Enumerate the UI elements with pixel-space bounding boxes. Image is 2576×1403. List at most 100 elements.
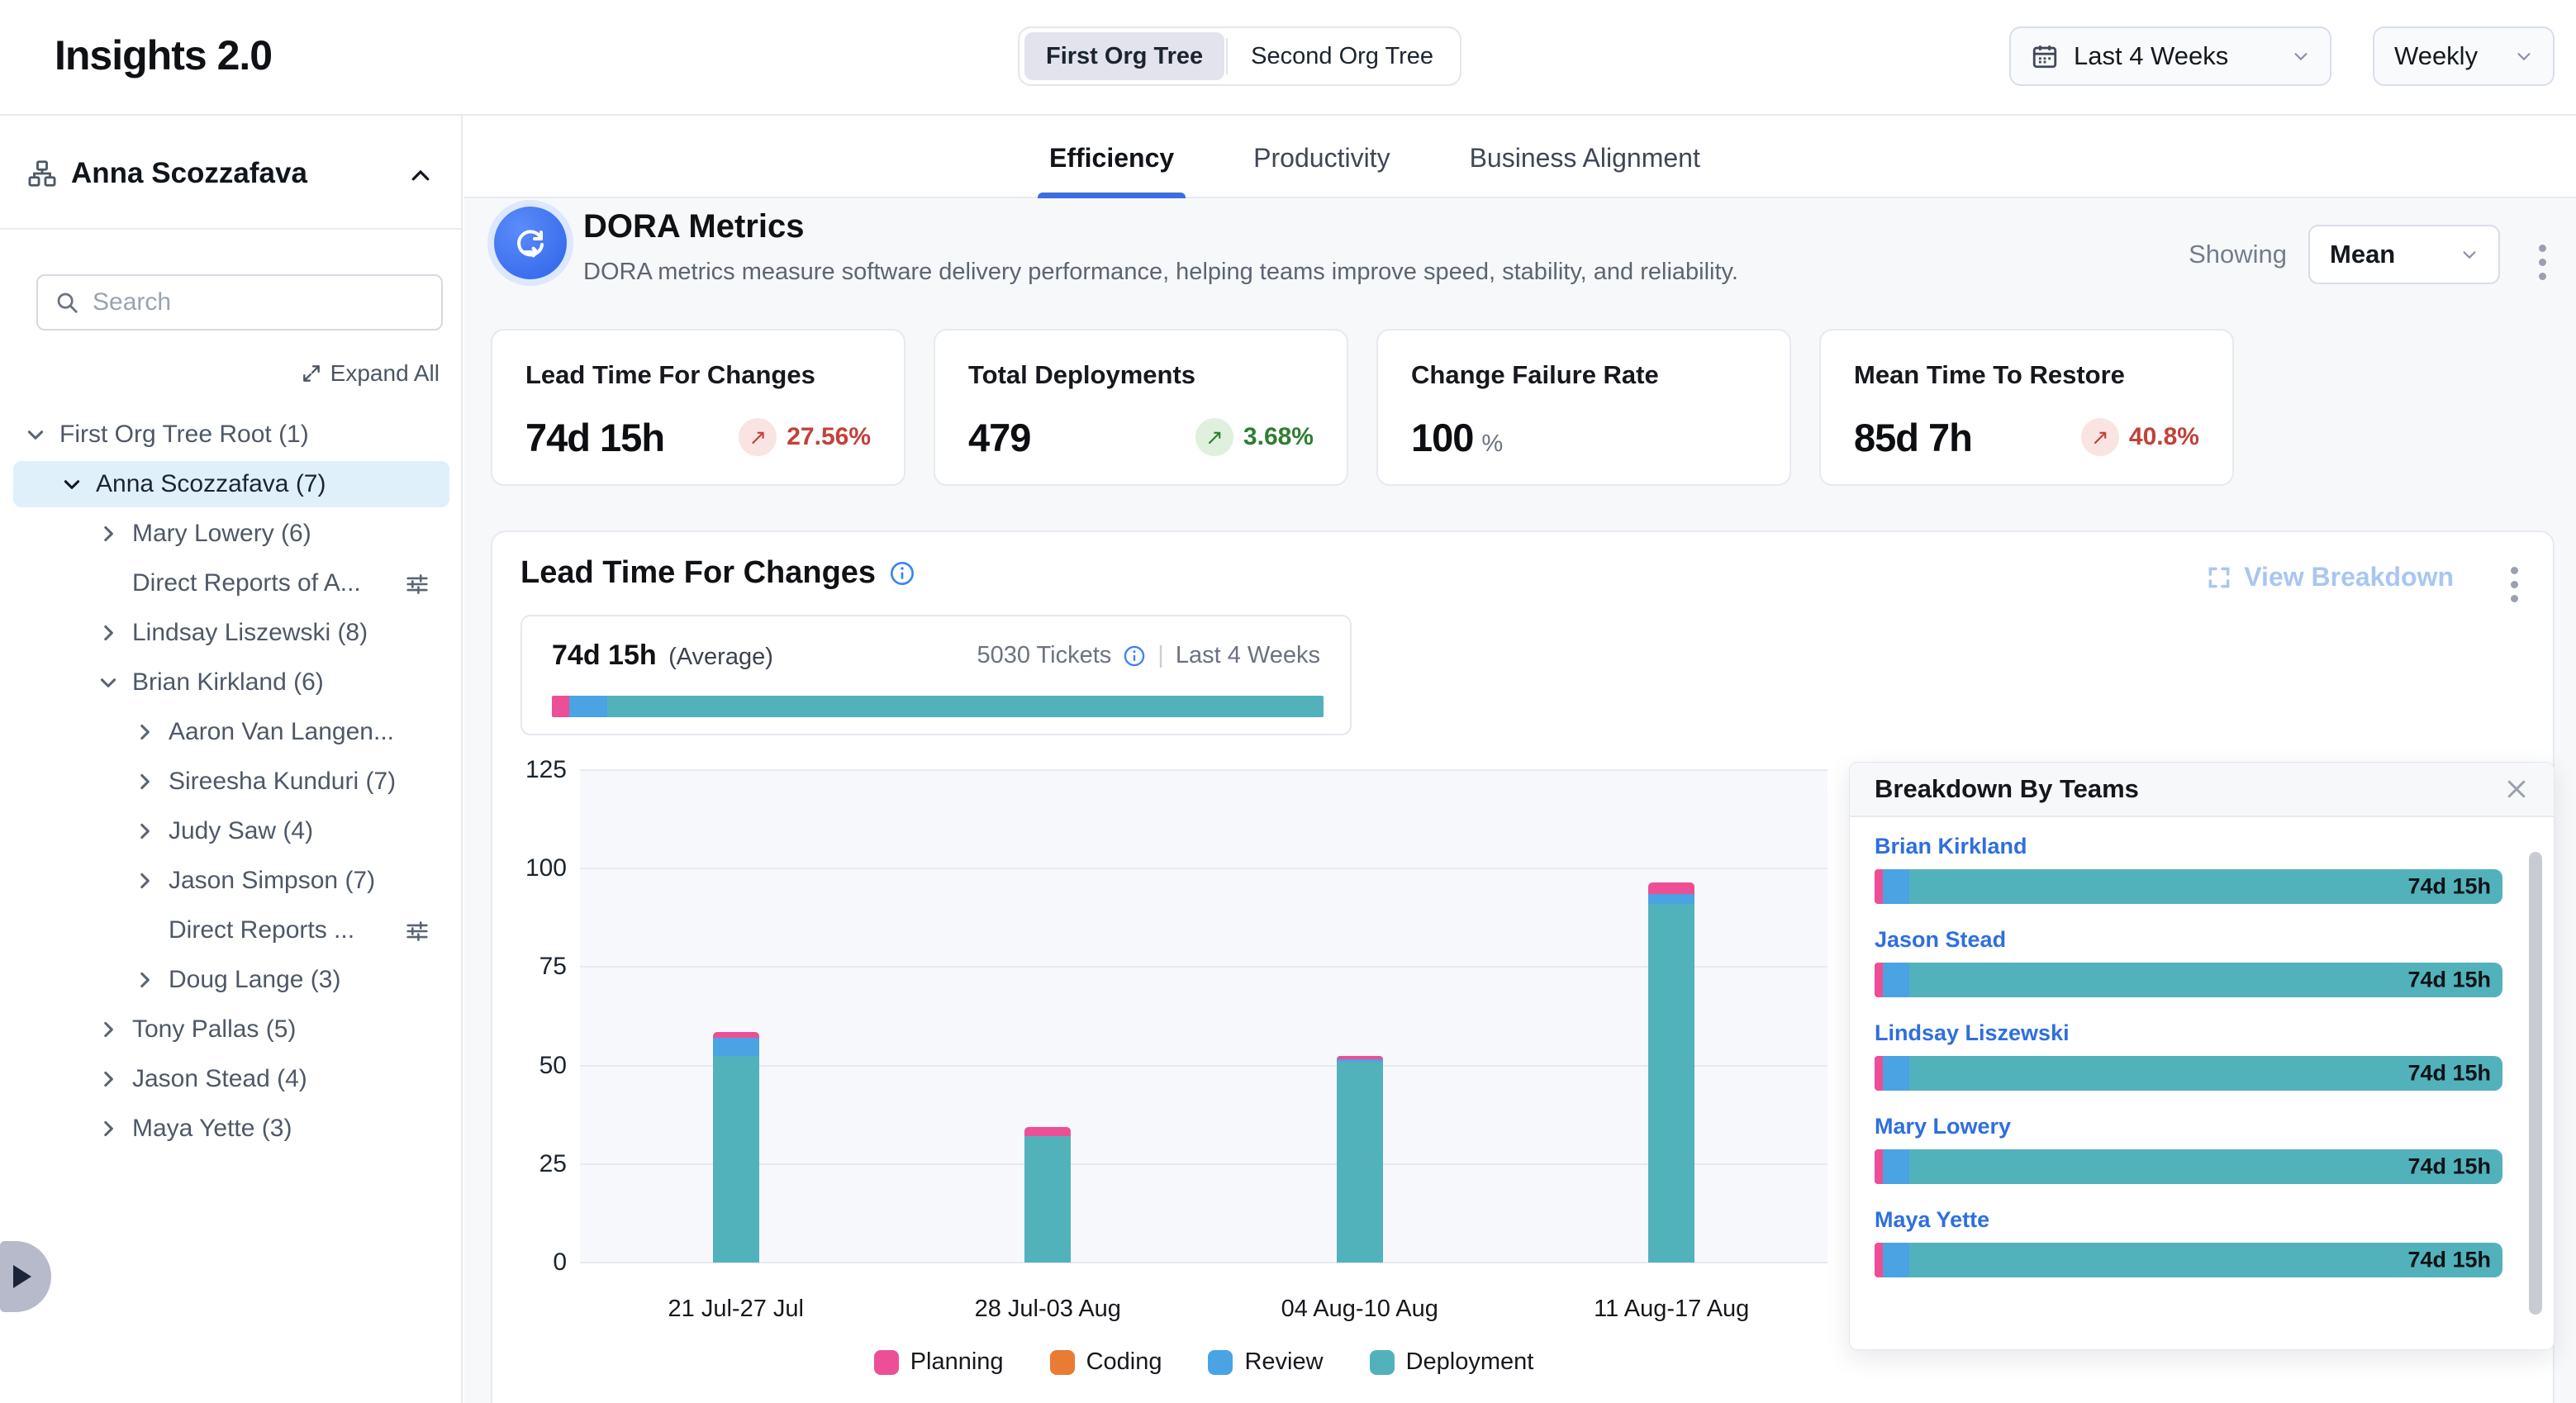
metric-card-title: Total Deployments	[968, 360, 1314, 390]
chevron-right-icon[interactable]	[132, 720, 157, 744]
tab-business-alignment[interactable]: Business Alignment	[1470, 117, 1700, 198]
granularity-select[interactable]: Weekly	[2373, 26, 2555, 86]
breakdown-team-row: Jason Stead 74d 15h	[1875, 927, 2502, 997]
tree-item[interactable]: Jason Stead (4)	[0, 1054, 463, 1104]
org-tree-toggle-option[interactable]: First Org Tree	[1024, 32, 1224, 80]
breakdown-by-teams-panel: Breakdown By Teams Brian Kirkland 74d 15…	[1849, 762, 2555, 1350]
chevron-down-icon[interactable]	[23, 422, 48, 447]
breakdown-team-name[interactable]: Lindsay Liszewski	[1875, 1020, 2502, 1046]
tree-item[interactable]: Tony Pallas (5)	[0, 1005, 463, 1054]
scrollbar-thumb[interactable]	[2529, 852, 2542, 1315]
tree-item[interactable]: Direct Reports of A...	[0, 559, 463, 608]
bar-segment-deployment	[1648, 904, 1694, 1263]
legend-item-deployment[interactable]: Deployment	[1370, 1348, 1534, 1376]
breakdown-bar-segment-review	[1883, 1149, 1909, 1184]
tree-item-label: Tony Pallas (5)	[132, 1015, 296, 1044]
chevron-right-icon[interactable]	[96, 621, 121, 645]
breakdown-team-name[interactable]: Maya Yette	[1875, 1207, 2502, 1233]
breakdown-team-list: Brian Kirkland 74d 15h Jason Stead 74d 15…	[1875, 834, 2502, 1301]
tree-item[interactable]: Jason Simpson (7)	[0, 856, 463, 906]
tree-item[interactable]: Brian Kirkland (6)	[0, 658, 463, 707]
y-axis-tick: 25	[501, 1150, 567, 1178]
view-breakdown-button[interactable]: View Breakdown	[2206, 562, 2454, 592]
chevron-down-icon[interactable]	[59, 472, 84, 497]
chevron-up-icon[interactable]	[408, 164, 433, 188]
info-icon[interactable]	[889, 560, 915, 587]
chevron-right-icon[interactable]	[132, 769, 157, 794]
trend-up-icon: ↗	[1195, 418, 1233, 456]
x-axis-label: 04 Aug-10 Aug	[1236, 1296, 1484, 1323]
metric-card-delta-value: 3.68%	[1243, 423, 1314, 451]
tree-item[interactable]: Maya Yette (3)	[0, 1104, 463, 1153]
chevron-down-icon[interactable]	[96, 670, 121, 695]
close-icon[interactable]	[2504, 777, 2529, 801]
stacked-bar[interactable]	[713, 1032, 759, 1263]
y-axis-tick: 100	[501, 854, 567, 882]
date-range-select[interactable]: Last 4 Weeks	[2009, 26, 2331, 86]
metric-card-title: Mean Time To Restore	[1854, 360, 2199, 390]
filter-sliders-icon[interactable]	[403, 570, 431, 598]
breakdown-team-value: 74d 15h	[2407, 1154, 2491, 1180]
breakdown-team-value: 74d 15h	[2407, 1061, 2491, 1087]
breakdown-bar-segment-planning	[1875, 1149, 1883, 1184]
tree-item[interactable]: First Org Tree Root (1)	[0, 410, 463, 459]
tree-item-label: Jason Simpson (7)	[169, 867, 375, 895]
stacked-bar[interactable]	[1337, 1056, 1383, 1263]
lead-time-kebab-menu[interactable]	[2504, 560, 2525, 609]
legend-item-planning[interactable]: Planning	[874, 1348, 1004, 1376]
org-tree-toggle-option[interactable]: Second Org Tree	[1229, 32, 1455, 80]
stacked-bar[interactable]	[1024, 1127, 1071, 1263]
breakdown-team-name[interactable]: Jason Stead	[1875, 927, 2502, 953]
tree-item-label: Doug Lange (3)	[169, 966, 340, 994]
metric-card-unit: %	[1481, 430, 1502, 458]
search-input[interactable]	[93, 288, 425, 316]
tree-item-label: Mary Lowery (6)	[132, 520, 311, 548]
summary-bar-segment-review	[569, 696, 608, 717]
chevron-right-icon[interactable]	[96, 521, 121, 546]
chevron-right-icon[interactable]	[132, 968, 157, 992]
bar-segment-deployment	[1024, 1136, 1071, 1263]
bar-segment-deployment	[1337, 1062, 1383, 1263]
tree-item[interactable]: Lindsay Liszewski (8)	[0, 608, 463, 658]
tree-item[interactable]: Sireesha Kunduri (7)	[0, 757, 463, 806]
calendar-icon	[2031, 42, 2059, 70]
tree-item-label: Sireesha Kunduri (7)	[169, 768, 396, 796]
tree-item[interactable]: Aaron Van Langen...	[0, 707, 463, 757]
tree-item[interactable]: Anna Scozzafava (7)	[0, 459, 463, 509]
expand-all-label: Expand All	[330, 360, 440, 387]
y-axis-tick: 75	[501, 953, 567, 981]
chevron-right-icon[interactable]	[132, 819, 157, 844]
tree-item[interactable]: Judy Saw (4)	[0, 806, 463, 856]
breakdown-team-name[interactable]: Mary Lowery	[1875, 1114, 2502, 1139]
legend-swatch	[1208, 1350, 1233, 1375]
legend-label: Deployment	[1406, 1348, 1534, 1376]
metric-card-delta-value: 27.56%	[787, 423, 871, 451]
tree-item[interactable]: Doug Lange (3)	[0, 955, 463, 1005]
legend-item-coding[interactable]: Coding	[1050, 1348, 1162, 1376]
legend-item-review[interactable]: Review	[1208, 1348, 1323, 1376]
tab-efficiency[interactable]: Efficiency	[1049, 117, 1174, 198]
chevron-right-icon[interactable]	[96, 1067, 121, 1091]
chevron-right-icon[interactable]	[96, 1017, 121, 1042]
tree-item[interactable]: Direct Reports ...	[0, 906, 463, 955]
tree-item-label: Lindsay Liszewski (8)	[132, 619, 368, 647]
y-axis-tick: 125	[501, 756, 567, 784]
tab-productivity[interactable]: Productivity	[1253, 117, 1390, 198]
summary-qualifier: (Average)	[668, 644, 773, 670]
breakdown-team-name[interactable]: Brian Kirkland	[1875, 834, 2502, 859]
x-axis-label: 21 Jul-27 Jul	[612, 1296, 860, 1323]
tree-item[interactable]: Mary Lowery (6)	[0, 509, 463, 559]
chevron-right-icon[interactable]	[96, 1116, 121, 1141]
filter-sliders-icon[interactable]	[403, 917, 431, 945]
showing-select[interactable]: Mean	[2308, 225, 2500, 284]
expand-all-button[interactable]: Expand All	[301, 360, 440, 387]
stacked-bar[interactable]	[1648, 882, 1694, 1263]
dora-kebab-menu[interactable]	[2532, 238, 2553, 287]
showing-value: Mean	[2330, 240, 2395, 269]
breakdown-team-row: Lindsay Liszewski 74d 15h	[1875, 1020, 2502, 1091]
info-icon[interactable]	[1123, 644, 1146, 668]
breakdown-team-value: 74d 15h	[2407, 1248, 2491, 1273]
chevron-right-icon[interactable]	[132, 868, 157, 893]
insights-app: Insights 2.0 First Org TreeSecond Org Tr…	[0, 0, 2576, 1403]
divider: |	[1157, 642, 1164, 669]
